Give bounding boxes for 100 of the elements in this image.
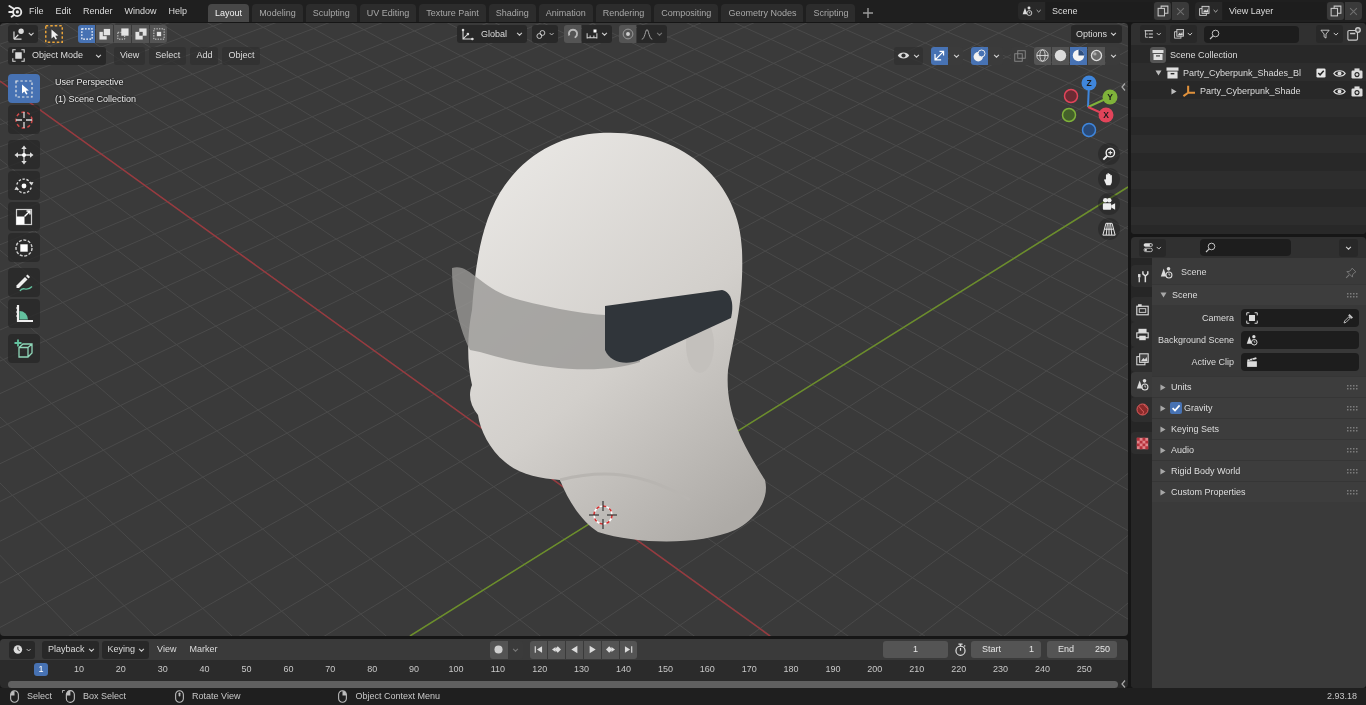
start-frame-field[interactable]: Start 1 (971, 641, 1041, 658)
axis-handle[interactable]: Z (1081, 75, 1097, 108)
next-keyframe-button[interactable] (601, 640, 619, 659)
tool-button[interactable] (8, 268, 40, 297)
mode-dropdown[interactable]: Object Mode (8, 46, 106, 65)
drag-handle-icon[interactable] (1347, 489, 1358, 495)
menu-item[interactable]: Edit (49, 5, 78, 17)
tool-button[interactable] (8, 334, 40, 363)
tool-button[interactable] (8, 171, 40, 200)
shading-mode-button[interactable] (1052, 46, 1069, 65)
workspace-tab[interactable]: Shading (488, 4, 536, 22)
menu-dropdown[interactable]: Keying (101, 640, 150, 659)
filter-dropdown[interactable] (1316, 25, 1343, 43)
eye-icon[interactable] (1332, 86, 1346, 96)
options-dropdown[interactable]: Options (1071, 25, 1122, 43)
menu-button[interactable]: View (114, 46, 146, 65)
checkbox[interactable] (1170, 402, 1182, 414)
duplicate-button[interactable] (1327, 2, 1344, 20)
selection-mode-button[interactable] (150, 25, 167, 43)
eye-icon[interactable] (1332, 68, 1346, 78)
properties-tab[interactable] (1131, 432, 1152, 454)
workspace-tab[interactable]: Geometry Nodes (721, 4, 804, 22)
eyedropper-icon[interactable] (1343, 312, 1354, 324)
new-collection-icon[interactable] (1347, 27, 1361, 41)
jump-start-button[interactable] (529, 640, 547, 659)
current-frame-field[interactable]: 1 (883, 641, 948, 658)
menu-item[interactable]: Render (77, 5, 119, 17)
search-field[interactable] (1200, 239, 1291, 256)
visibility-dropdown[interactable] (894, 46, 923, 65)
play-button[interactable] (583, 640, 601, 659)
data-block-field[interactable] (1241, 309, 1359, 327)
menu-button[interactable]: Add (190, 46, 219, 65)
display-mode-dropdown[interactable] (1140, 25, 1166, 43)
menu-dropdown[interactable]: Playback (42, 640, 99, 659)
negative-axis-handle[interactable] (1063, 88, 1079, 104)
options-dropdown[interactable] (1339, 238, 1358, 257)
browse-dropdown[interactable] (1195, 2, 1222, 20)
workspace-tab[interactable]: Rendering (595, 4, 652, 22)
disclosure-triangle-icon[interactable] (1171, 87, 1177, 95)
axis-handle[interactable]: Y (1087, 89, 1118, 108)
editor-type-dropdown[interactable] (9, 640, 35, 659)
falloff-dropdown[interactable] (637, 25, 667, 43)
selection-mode-button[interactable] (78, 25, 95, 43)
pan-button[interactable] (1098, 168, 1120, 190)
checkbox[interactable] (1316, 68, 1326, 78)
outliner-row[interactable]: Party_Cyberpunk_Shades_Bl (1131, 64, 1366, 82)
camera-view-button[interactable] (1098, 193, 1120, 215)
selection-mode-button[interactable] (132, 25, 149, 43)
menu-item[interactable]: Window (118, 5, 163, 17)
shading-mode-button[interactable] (1070, 46, 1087, 65)
outliner-row[interactable]: Scene Collection (1131, 46, 1366, 64)
drag-handle-icon[interactable] (1347, 292, 1358, 298)
drag-handle-icon[interactable] (1347, 405, 1358, 411)
play-reverse-button[interactable] (565, 640, 583, 659)
orientation-dropdown[interactable]: Global (457, 25, 527, 43)
tool-button[interactable] (8, 140, 40, 169)
tool-button[interactable] (8, 202, 40, 231)
shading-mode-button[interactable] (1034, 46, 1051, 65)
tool-button[interactable] (8, 233, 40, 262)
gizmo-toggle[interactable] (931, 46, 948, 65)
chevron-left-icon[interactable] (1121, 680, 1126, 688)
outliner-row[interactable]: Party_Cyberpunk_Shade (1131, 82, 1366, 100)
search-field[interactable] (1204, 25, 1299, 43)
shading-mode-button[interactable] (1088, 46, 1105, 65)
drag-handle-icon[interactable] (1347, 468, 1358, 474)
menu-button[interactable]: Marker (184, 640, 223, 659)
cursor-3d-icon[interactable] (588, 500, 618, 530)
camera-icon[interactable] (1351, 67, 1363, 79)
menu-button[interactable]: View (152, 640, 182, 659)
auto-keying-toggle[interactable] (489, 640, 508, 659)
zoom-button[interactable] (1098, 143, 1120, 165)
properties-tab[interactable] (1131, 265, 1152, 287)
blender-logo-icon[interactable] (8, 4, 23, 18)
negative-axis-handle[interactable] (1081, 122, 1097, 138)
menu-button[interactable]: Select (149, 46, 187, 65)
chevron-left-icon[interactable] (1121, 83, 1126, 91)
selection-mode-button[interactable] (96, 25, 113, 43)
negative-axis-handle[interactable] (1061, 107, 1077, 123)
tool-button[interactable] (8, 299, 40, 328)
snap-target-dropdown[interactable] (582, 25, 612, 43)
proportional-toggle[interactable] (619, 25, 636, 43)
menu-item[interactable]: Help (162, 5, 194, 17)
workspace-tab[interactable]: UV Editing (359, 4, 417, 22)
menu-item[interactable]: File (23, 5, 50, 17)
properties-tab[interactable] (1131, 372, 1152, 397)
duplicate-button[interactable] (1154, 2, 1171, 20)
drag-handle-icon[interactable] (1347, 426, 1358, 432)
workspace-tab[interactable]: Sculpting (305, 4, 357, 22)
properties-tab[interactable] (1131, 297, 1152, 322)
pivot-dropdown[interactable] (532, 25, 558, 43)
selection-mode-button[interactable] (114, 25, 131, 43)
jump-end-button[interactable] (619, 640, 637, 659)
snap-toggle[interactable] (564, 25, 581, 43)
tool-button[interactable] (8, 105, 40, 134)
data-block-field[interactable] (1241, 353, 1359, 371)
editor-type-dropdown[interactable] (8, 25, 38, 43)
workspace-tab[interactable]: Compositing (654, 4, 719, 22)
camera-icon[interactable] (1351, 85, 1363, 97)
browse-dropdown[interactable] (1018, 2, 1045, 20)
projection-button[interactable] (1098, 218, 1120, 240)
